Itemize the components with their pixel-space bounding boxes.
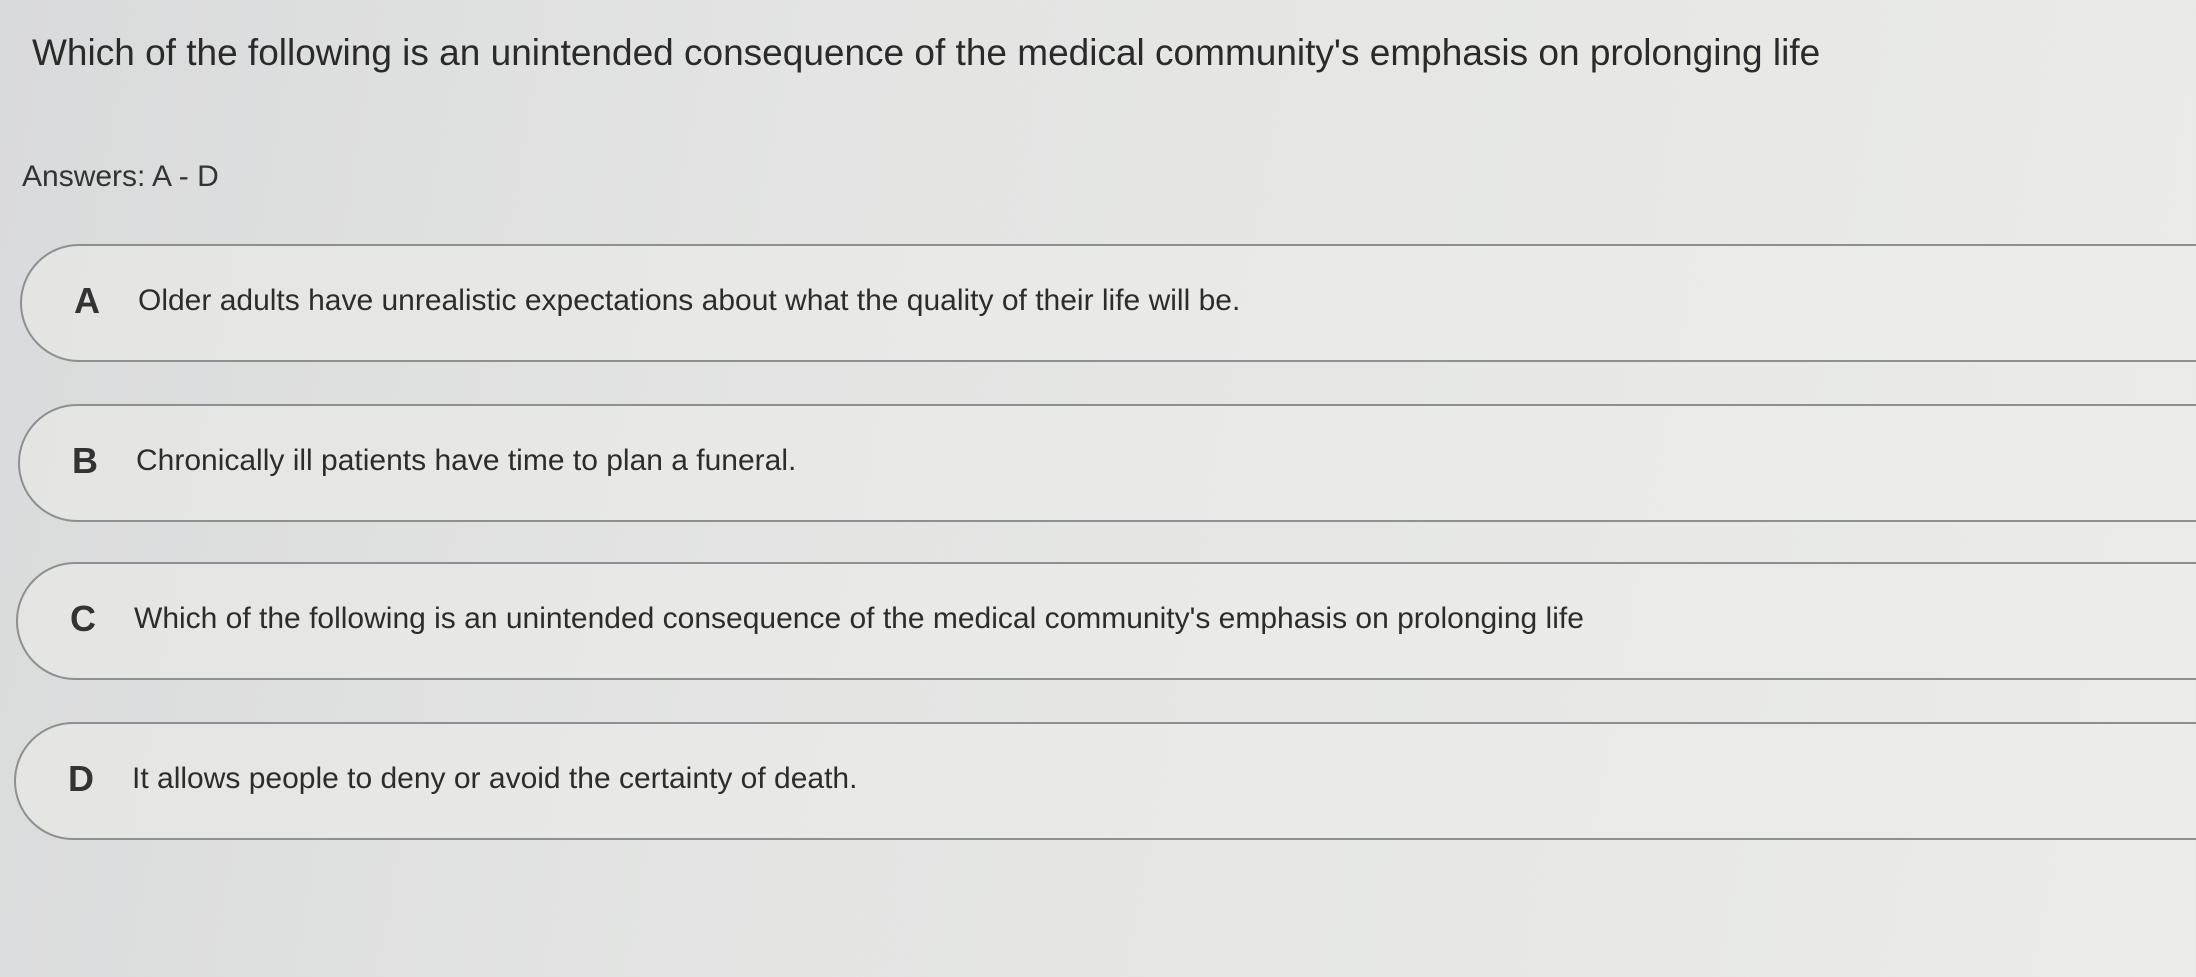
option-letter-d: D	[68, 758, 94, 799]
option-text-c: Which of the following is an unintended …	[134, 602, 1584, 635]
option-letter-b: B	[72, 440, 98, 481]
option-text-d: It allows people to deny or avoid the ce…	[132, 762, 858, 795]
option-letter-c: C	[70, 598, 96, 639]
question-text: Which of the following is an unintended …	[32, 32, 1821, 73]
option-letter-a: A	[74, 280, 100, 321]
answer-option-d[interactable]: D It allows people to deny or avoid the …	[14, 722, 2196, 840]
answer-option-b[interactable]: B Chronically ill patients have time to …	[18, 404, 2196, 522]
answer-option-c[interactable]: C Which of the following is an unintende…	[16, 562, 2196, 680]
option-text-b: Chronically ill patients have time to pl…	[136, 444, 797, 477]
option-text-a: Older adults have unrealistic expectatio…	[138, 284, 1241, 317]
answers-range-label: Answers: A - D	[22, 160, 219, 193]
answer-option-a[interactable]: A Older adults have unrealistic expectat…	[20, 244, 2196, 362]
